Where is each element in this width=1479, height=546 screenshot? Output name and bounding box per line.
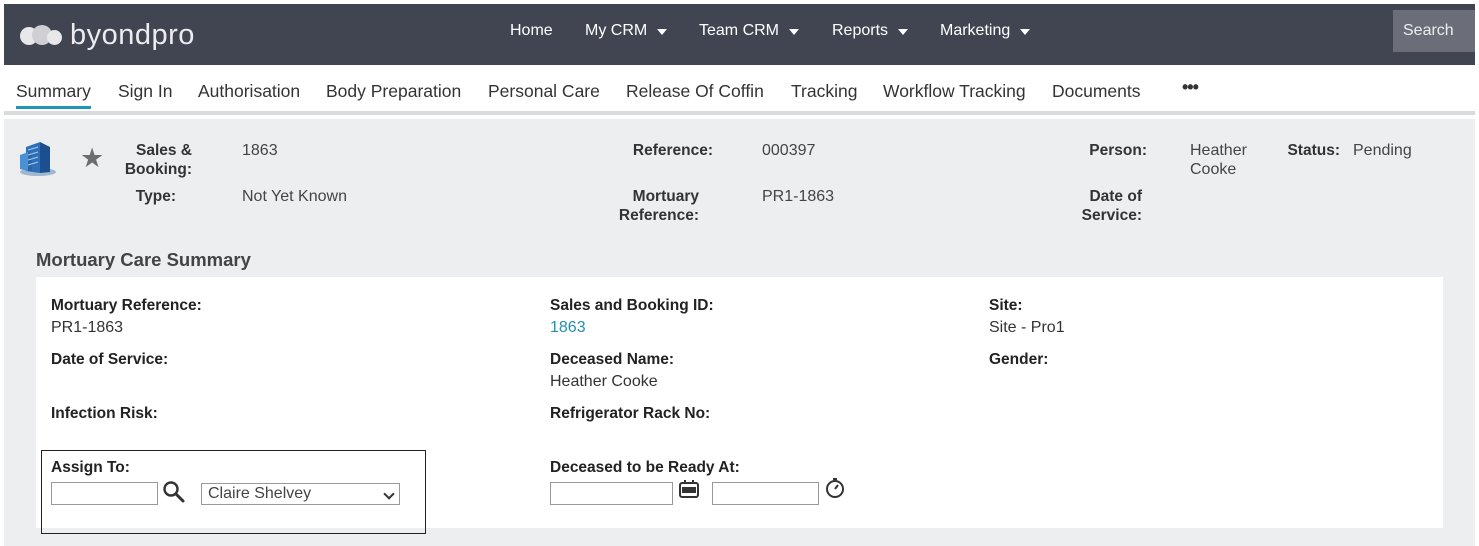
- caret-down-icon: [1020, 29, 1031, 35]
- sales-booking-id-label: Sales and Booking ID:: [550, 297, 714, 314]
- date-of-service-label-line1: Date of: [1089, 188, 1142, 205]
- top-navbar: byondpro Home My CRM Team CRM Reports Ma…: [4, 4, 1475, 65]
- nav-marketing[interactable]: Marketing: [940, 22, 1031, 40]
- nav-team-crm-label: Team CRM: [699, 22, 780, 39]
- ready-time-input[interactable]: [712, 482, 819, 505]
- tab-tracking[interactable]: Tracking: [791, 81, 857, 102]
- calendar-icon[interactable]: [678, 478, 700, 500]
- sales-booking-label-line1: Sales &: [135, 142, 192, 159]
- clock-icon[interactable]: [824, 477, 846, 499]
- deceased-name-value: Heather Cooke: [550, 373, 658, 390]
- nav-marketing-label: Marketing: [940, 22, 1011, 39]
- type-value: Not Yet Known: [242, 188, 347, 205]
- record-tabs: Summary Sign In Authorisation Body Prepa…: [4, 65, 1475, 115]
- building-icon: [20, 142, 56, 176]
- section-title: Mortuary Care Summary: [36, 249, 251, 270]
- gender-label: Gender:: [989, 351, 1049, 368]
- nav-reports-label: Reports: [832, 22, 889, 39]
- caret-down-icon: [898, 29, 909, 35]
- nav-team-crm[interactable]: Team CRM: [699, 22, 800, 40]
- sales-booking-label-line2: Booking:: [124, 161, 192, 178]
- date-of-service-field-label: Date of Service:: [51, 351, 169, 368]
- ready-date-input[interactable]: [550, 482, 673, 505]
- search-button[interactable]: Search: [1393, 10, 1475, 52]
- more-tabs-icon[interactable]: •••: [1182, 77, 1199, 98]
- tab-personal-care[interactable]: Personal Care: [488, 81, 600, 102]
- site-label: Site:: [989, 297, 1023, 314]
- person-value[interactable]: Heather Cooke: [1190, 141, 1247, 179]
- mortuary-reference-field-label: Mortuary Reference:: [51, 297, 202, 314]
- nav-home[interactable]: Home: [510, 22, 553, 40]
- tab-body-preparation[interactable]: Body Preparation: [326, 81, 461, 102]
- content-area: ★ Sales & Booking: 1863 Type: Not Yet Kn…: [4, 119, 1475, 546]
- ready-at-label: Deceased to be Ready At:: [550, 459, 740, 476]
- assign-to-highlight-box: [41, 450, 426, 534]
- mortuary-reference-label-line2: Reference:: [618, 207, 699, 224]
- date-of-service-label: Date of Service:: [1064, 187, 1142, 225]
- person-value-line2: Cooke: [1190, 161, 1237, 178]
- person-value-line1: Heather: [1190, 142, 1247, 159]
- caret-down-icon: [657, 29, 668, 35]
- brand-logo[interactable]: byondpro: [18, 18, 195, 52]
- tab-documents[interactable]: Documents: [1052, 81, 1141, 102]
- mortuary-reference-label-line1: Mortuary: [632, 188, 699, 205]
- mortuary-reference-label: Mortuary Reference:: [604, 187, 699, 225]
- tab-workflow-tracking[interactable]: Workflow Tracking: [883, 81, 1026, 102]
- sales-booking-label: Sales & Booking:: [114, 141, 192, 179]
- date-of-service-label-line2: Service:: [1081, 207, 1142, 224]
- nav-my-crm-label: My CRM: [585, 22, 648, 39]
- nav-reports[interactable]: Reports: [832, 22, 909, 40]
- logo-icon: [18, 20, 68, 50]
- nav-home-label: Home: [510, 22, 553, 39]
- tab-summary[interactable]: Summary: [16, 81, 91, 109]
- infection-risk-label: Infection Risk:: [51, 405, 158, 422]
- deceased-name-label: Deceased Name:: [550, 351, 675, 368]
- favorite-star-icon[interactable]: ★: [80, 145, 104, 172]
- mortuary-reference-field-value: PR1-1863: [51, 319, 124, 336]
- tab-authorisation[interactable]: Authorisation: [198, 81, 300, 102]
- brand-name: byondpro: [70, 18, 195, 51]
- app-frame: byondpro Home My CRM Team CRM Reports Ma…: [4, 4, 1475, 546]
- site-value: Site - Pro1: [989, 319, 1065, 336]
- sales-booking-id-link[interactable]: 1863: [550, 319, 586, 337]
- type-label: Type:: [135, 188, 176, 205]
- tab-sign-in[interactable]: Sign In: [118, 81, 172, 102]
- nav-my-crm[interactable]: My CRM: [585, 22, 668, 40]
- caret-down-icon: [789, 29, 800, 35]
- status-label: Status:: [1287, 142, 1340, 159]
- refrigerator-rack-label: Refrigerator Rack No:: [550, 405, 711, 422]
- tab-release-of-coffin[interactable]: Release Of Coffin: [626, 81, 764, 102]
- status-value: Pending: [1353, 142, 1412, 159]
- mortuary-reference-value: PR1-1863: [762, 188, 835, 205]
- sales-booking-value: 1863: [242, 142, 278, 159]
- reference-value: 000397: [762, 142, 816, 159]
- reference-label: Reference:: [632, 142, 713, 159]
- person-label: Person:: [1089, 142, 1147, 159]
